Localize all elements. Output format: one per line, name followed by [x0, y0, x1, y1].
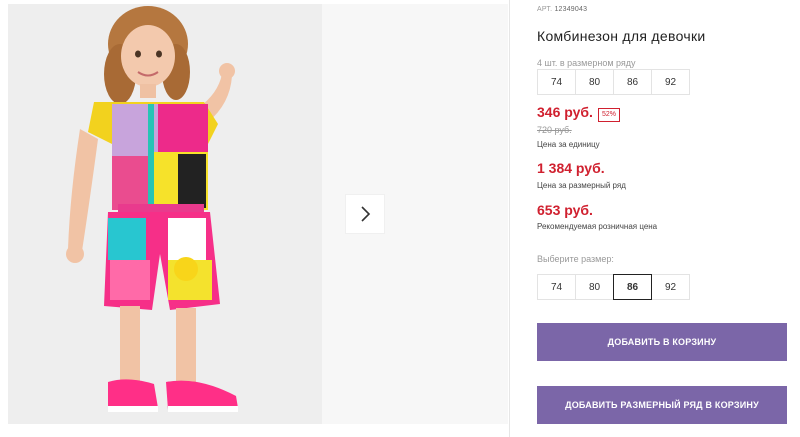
- unit-price: 346 руб.: [537, 104, 593, 120]
- old-price: 720 руб.: [537, 125, 572, 135]
- size-option-74[interactable]: 74: [537, 274, 576, 300]
- product-info-panel: АРТ. 12349043 Комбинезон для девочки 4 ш…: [537, 0, 800, 437]
- add-series-to-cart-button[interactable]: ДОБАВИТЬ РАЗМЕРНЫЙ РЯД В КОРЗИНУ: [537, 386, 787, 424]
- article-value: 12349043: [554, 6, 588, 13]
- series-size-80: 80: [575, 69, 614, 95]
- product-photo[interactable]: [8, 4, 322, 424]
- size-selector: 74 80 86 92: [537, 274, 690, 300]
- size-option-80[interactable]: 80: [575, 274, 614, 300]
- article-label: АРТ.: [537, 6, 553, 13]
- series-price-caption: Цена за размерный ряд: [537, 181, 626, 190]
- add-to-cart-button[interactable]: ДОБАВИТЬ В КОРЗИНУ: [537, 323, 787, 361]
- article-number: АРТ. 12349043: [537, 6, 587, 13]
- series-caption: 4 шт. в размерном ряду: [537, 58, 636, 68]
- unit-price-caption: Цена за единицу: [537, 140, 600, 149]
- series-size-74: 74: [537, 69, 576, 95]
- retail-price: 653 руб.: [537, 202, 593, 218]
- product-gallery: [0, 0, 510, 437]
- retail-price-caption: Рекомендуемая розничная цена: [537, 222, 658, 231]
- size-option-92[interactable]: 92: [651, 274, 690, 300]
- product-title: Комбинезон для девочки: [537, 28, 706, 44]
- series-size-86: 86: [613, 69, 652, 95]
- gallery-next-button[interactable]: [346, 195, 384, 233]
- series-size-92: 92: [651, 69, 690, 95]
- size-option-86-selected[interactable]: 86: [613, 274, 652, 300]
- chevron-right-icon: [361, 206, 371, 222]
- discount-badge: 52%: [598, 108, 621, 122]
- child-in-jumpsuit-image: [8, 4, 322, 424]
- series-sizes: 74 80 86 92: [537, 69, 690, 95]
- choose-size-caption: Выберите размер:: [537, 254, 614, 264]
- series-price: 1 384 руб.: [537, 160, 605, 176]
